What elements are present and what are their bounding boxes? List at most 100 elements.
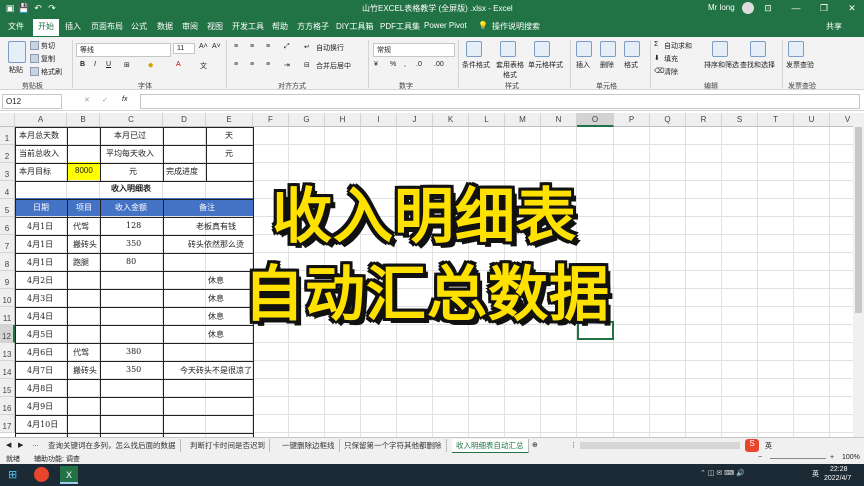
tab-page-layout[interactable]: 页面布局: [91, 21, 123, 32]
formula-input[interactable]: [140, 94, 860, 109]
cell-d3[interactable]: 完成进度: [166, 166, 198, 177]
row-header[interactable]: 1: [0, 127, 15, 145]
zoom-level[interactable]: 100%: [842, 454, 860, 461]
sheet-tab[interactable]: 只保留第一个字符其他都删除: [340, 439, 447, 452]
chrome-icon[interactable]: [34, 467, 49, 482]
cell-c1[interactable]: 本月已过: [114, 130, 146, 141]
column-header[interactable]: F: [253, 113, 289, 127]
wrap-text-icon[interactable]: ↵: [304, 43, 310, 51]
cell-a2[interactable]: 当前总收入: [19, 148, 59, 159]
cell-amount[interactable]: 128: [126, 221, 141, 230]
prev-sheet-icon[interactable]: ◀: [6, 441, 11, 449]
column-header[interactable]: A: [15, 113, 67, 127]
column-header[interactable]: J: [397, 113, 433, 127]
fx-icon[interactable]: fx: [122, 96, 127, 103]
sheet-tab[interactable]: 判断打卡时间是否迟到: [186, 439, 270, 452]
fill-button[interactable]: 填充: [664, 54, 678, 64]
cell-date[interactable]: 4月3日: [27, 293, 53, 304]
cell-a1[interactable]: 本月总天数: [19, 130, 59, 141]
orientation-icon[interactable]: ⤢: [284, 43, 290, 51]
cell-date[interactable]: 4月1日: [27, 239, 53, 250]
cell-date[interactable]: 4月6日: [27, 347, 53, 358]
format-cells-icon[interactable]: [624, 41, 640, 57]
fill-color-icon[interactable]: ◆: [148, 61, 153, 69]
column-header[interactable]: C: [100, 113, 163, 127]
cell-note[interactable]: 砖头依然那么烫: [188, 239, 244, 250]
row-header[interactable]: 9: [0, 271, 15, 289]
align-middle-icon[interactable]: ≡: [250, 43, 254, 50]
cell-e2[interactable]: 元: [225, 148, 233, 159]
next-sheet-icon[interactable]: ▶: [18, 441, 23, 449]
cell-note[interactable]: 今天砖头不是很凉了: [180, 365, 252, 376]
table-format-button[interactable]: 套用表格格式: [496, 60, 524, 80]
cell-item[interactable]: 搬砖头: [73, 365, 97, 376]
tab-power-pivot[interactable]: Power Pivot: [424, 21, 467, 30]
ribbon-options-icon[interactable]: ⊡: [762, 2, 774, 14]
font-name-select[interactable]: 等线: [76, 43, 171, 57]
tab-ffgz[interactable]: 方方格子: [297, 21, 329, 32]
grow-font-icon[interactable]: A˄: [199, 43, 208, 50]
sort-filter-icon[interactable]: [712, 41, 728, 57]
merge-icon[interactable]: ⊟: [304, 61, 310, 69]
row-header[interactable]: 13: [0, 343, 15, 361]
invoice-check-button[interactable]: 发票查验: [786, 60, 814, 70]
tab-formulas[interactable]: 公式: [131, 21, 147, 32]
cell-amount[interactable]: 380: [126, 347, 141, 356]
redo-icon[interactable]: ↷: [46, 2, 58, 14]
name-box[interactable]: O12: [2, 94, 62, 109]
autosave-icon[interactable]: ▣: [4, 2, 16, 14]
column-header[interactable]: B: [67, 113, 100, 127]
cell-c3[interactable]: 元: [129, 166, 137, 177]
cell-b3[interactable]: 8000: [75, 166, 93, 175]
sheet-tab-active[interactable]: 收入明细表自动汇总: [452, 439, 529, 454]
cell-amount[interactable]: 350: [126, 239, 141, 248]
cell-note[interactable]: 老板真有钱: [196, 221, 236, 232]
enter-icon[interactable]: ✓: [102, 96, 108, 104]
more-sheets-icon[interactable]: …: [32, 441, 39, 448]
user-name[interactable]: Mr long: [708, 3, 735, 12]
column-header[interactable]: Q: [650, 113, 686, 127]
font-color-icon[interactable]: A: [176, 61, 181, 68]
save-icon[interactable]: 💾: [18, 2, 30, 14]
insert-cells-button[interactable]: 插入: [576, 60, 590, 70]
align-top-icon[interactable]: ≡: [234, 43, 238, 50]
cell-date[interactable]: 4月5日: [27, 329, 53, 340]
increase-decimal-icon[interactable]: .0: [416, 61, 422, 68]
merge-center-button[interactable]: 合并后居中: [316, 61, 351, 71]
format-painter-icon[interactable]: [30, 67, 39, 76]
cell-item[interactable]: 搬砖头: [73, 239, 97, 250]
cell-item[interactable]: 代驾: [73, 221, 89, 232]
autosum-button[interactable]: 自动求和: [664, 41, 692, 51]
wrap-text-button[interactable]: 自动换行: [316, 43, 344, 53]
align-right-icon[interactable]: ≡: [266, 61, 270, 68]
tab-help[interactable]: 帮助: [272, 21, 288, 32]
column-header[interactable]: D: [163, 113, 206, 127]
more-sheets-icon[interactable]: ⋮: [570, 441, 577, 449]
cell-note[interactable]: 休息: [208, 293, 224, 304]
tab-pdf[interactable]: PDF工具集: [380, 21, 420, 32]
cell-date[interactable]: 4月1日: [27, 221, 53, 232]
tab-insert[interactable]: 插入: [65, 21, 81, 32]
phonetic-icon[interactable]: 文: [200, 61, 207, 71]
clock-date[interactable]: 2022/4/7: [824, 475, 851, 482]
row-header[interactable]: 5: [0, 199, 15, 217]
column-header[interactable]: E: [206, 113, 253, 127]
minimize-icon[interactable]: —: [790, 2, 802, 14]
cell-date[interactable]: 4月7日: [27, 365, 53, 376]
column-header[interactable]: N: [541, 113, 577, 127]
border-icon[interactable]: ⊞: [124, 61, 130, 69]
column-header[interactable]: V: [830, 113, 853, 127]
row-header[interactable]: 2: [0, 145, 15, 163]
cell-date[interactable]: 4月4日: [27, 311, 53, 322]
search-icon[interactable]: [750, 41, 766, 57]
row-header[interactable]: 7: [0, 235, 15, 253]
header-amount[interactable]: 收入金额: [115, 202, 147, 213]
header-date[interactable]: 日期: [33, 202, 49, 213]
cell-amount[interactable]: 80: [126, 257, 136, 266]
column-header[interactable]: H: [325, 113, 361, 127]
copy-icon[interactable]: [30, 54, 39, 63]
undo-icon[interactable]: ↶: [32, 2, 44, 14]
align-bottom-icon[interactable]: ≡: [266, 43, 270, 50]
currency-icon[interactable]: ¥: [374, 61, 378, 68]
row-header[interactable]: 12: [0, 325, 15, 343]
